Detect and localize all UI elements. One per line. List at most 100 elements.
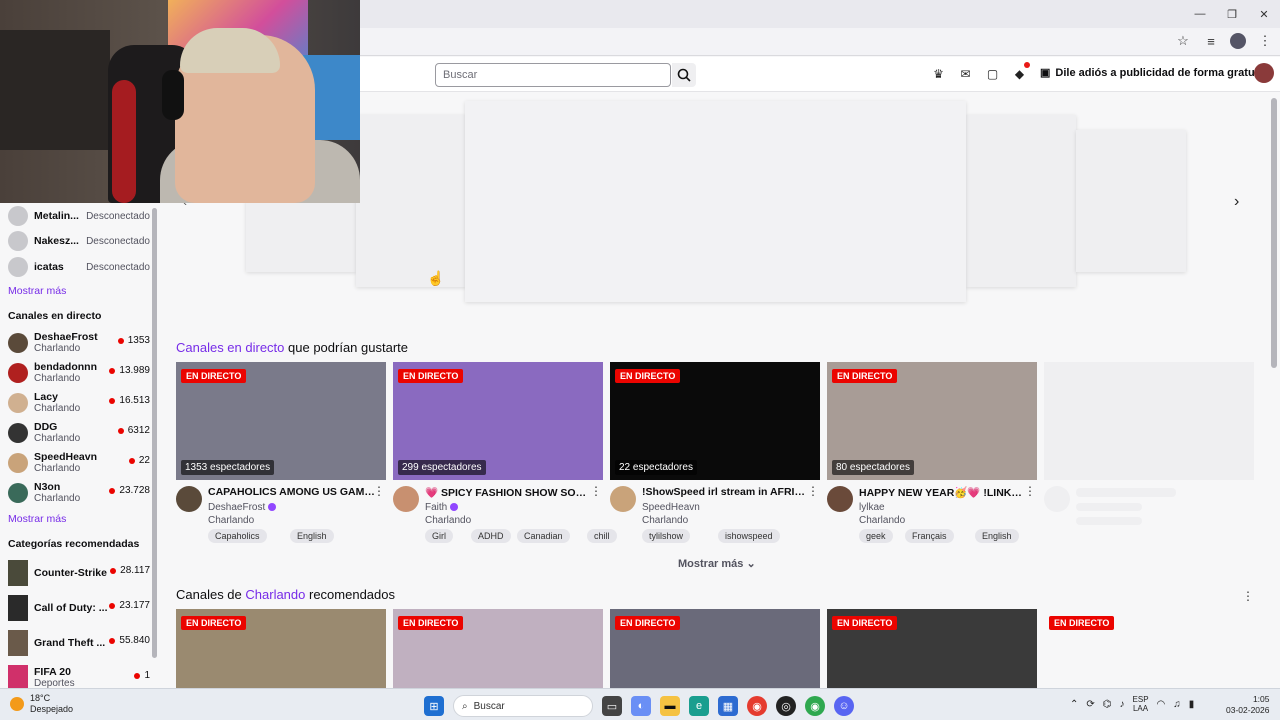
channel-avatar[interactable] — [176, 486, 202, 512]
stream-thumbnail[interactable]: EN DIRECTO 22 espectadores — [610, 362, 820, 480]
crown-icon[interactable]: ♛ — [930, 65, 947, 82]
channel-name[interactable]: SpeedHeavn — [642, 502, 700, 513]
channel-avatar[interactable] — [610, 486, 636, 512]
stream-tag[interactable]: geek — [859, 529, 893, 543]
chrome-profile-icon[interactable]: ◉ — [805, 696, 825, 716]
bits-icon[interactable]: ◆ — [1011, 62, 1030, 82]
sidebar-scrollbar[interactable] — [150, 203, 158, 687]
stream-tag[interactable]: Capaholics — [208, 529, 267, 543]
battery-icon[interactable]: ▮ — [1189, 699, 1195, 710]
start-icon[interactable]: ⊞ — [424, 696, 444, 716]
stream-tag[interactable]: chill — [587, 529, 617, 543]
sidebar-live-channel[interactable]: SpeedHeavn Charlando 22 — [8, 449, 150, 477]
mic-icon[interactable]: ♪ — [1120, 699, 1125, 710]
stream-title[interactable]: 💗 SPICY FASHION SHOW SOON ... — [425, 486, 593, 499]
wifi-icon[interactable]: ◠ — [1157, 699, 1166, 710]
taskbar-search[interactable]: ⌕ Buscar — [453, 695, 593, 717]
sidebar-category[interactable]: Call of Duty: ... 23.177 — [8, 594, 150, 622]
stream-title[interactable]: !ShowSpeed irl stream in AFRICA (... — [642, 486, 810, 498]
stream-title[interactable]: CAPAHOLICS AMONG US GAME N... — [208, 486, 376, 498]
sidebar-live-channel[interactable]: DeshaeFrost Charlando 1353 — [8, 329, 150, 357]
sidebar-item-followed[interactable]: Metalin... Desconectado — [8, 203, 150, 229]
channel-avatar[interactable] — [393, 486, 419, 512]
stream-title[interactable]: HAPPY NEW YEAR🥳💗 !LINKTRE... — [859, 486, 1027, 499]
clock[interactable]: 1:05 03-02-2026 — [1226, 694, 1269, 716]
channel-avatar[interactable] — [827, 486, 853, 512]
show-more-button[interactable]: Mostrar más ⌄ — [678, 557, 756, 570]
more-options-icon[interactable]: ⋮ — [590, 484, 602, 498]
discord-icon[interactable]: ☺ — [834, 696, 854, 716]
sidebar-live-channel[interactable]: bendadonnn Charlando 13.989 — [8, 359, 150, 387]
featured-stream[interactable] — [465, 101, 966, 302]
profile-icon[interactable] — [1230, 33, 1246, 49]
restore-button[interactable]: ❐ — [1216, 0, 1248, 28]
stream-thumbnail[interactable]: EN DIRECTO — [1044, 609, 1254, 688]
stream-thumbnail[interactable]: EN DIRECTO — [393, 609, 603, 688]
more-options-icon[interactable]: ⋮ — [373, 484, 385, 498]
search-button[interactable] — [672, 63, 696, 87]
carousel-card[interactable] — [246, 200, 356, 272]
channel-name[interactable]: Faith — [425, 502, 459, 513]
search-input[interactable]: Buscar — [435, 63, 671, 87]
more-options-icon[interactable]: ⋮ — [1024, 484, 1036, 498]
stream-tag[interactable]: ADHD — [471, 529, 511, 543]
stream-category[interactable]: Charlando — [425, 515, 471, 526]
show-more-link[interactable]: Mostrar más — [8, 513, 66, 525]
stream-tag[interactable]: English — [290, 529, 334, 543]
inbox-icon[interactable]: ✉ — [957, 65, 974, 82]
volume-icon[interactable]: ♫ — [1173, 699, 1181, 710]
sync-icon[interactable]: ⟳ — [1086, 699, 1094, 710]
stream-thumbnail[interactable]: EN DIRECTO — [176, 609, 386, 688]
store-icon[interactable]: ▦ — [718, 696, 738, 716]
adfree-button[interactable]: ▣ Dile adiós a publicidad de forma gratu… — [1040, 66, 1268, 80]
carousel-card[interactable] — [356, 115, 466, 287]
explorer-icon[interactable]: ▬ — [660, 696, 680, 716]
stream-tag[interactable]: tylilshow — [642, 529, 691, 543]
sidebar-live-channel[interactable]: DDG Charlando 6312 — [8, 419, 150, 447]
stream-tag[interactable]: Girl — [425, 529, 453, 543]
main-scrollbar[interactable] — [1268, 92, 1280, 688]
section-title-link[interactable]: Canales en directo — [176, 340, 284, 355]
stream-thumbnail[interactable]: EN DIRECTO — [610, 609, 820, 688]
taskview-icon[interactable]: ▭ — [602, 696, 622, 716]
category-link[interactable]: Charlando — [245, 587, 305, 602]
chrome-icon[interactable]: ◉ — [747, 696, 767, 716]
stream-tag[interactable]: ishowspeed — [718, 529, 780, 543]
star-icon[interactable]: ☆ — [1174, 32, 1192, 50]
chevron-up-icon[interactable]: ⌃ — [1070, 699, 1078, 710]
stream-category[interactable]: Charlando — [642, 515, 688, 526]
edge-icon[interactable]: e — [689, 696, 709, 716]
sidebar-live-channel[interactable]: Lacy Charlando 16.513 — [8, 389, 150, 417]
carousel-card[interactable] — [966, 115, 1076, 287]
whispers-icon[interactable]: ▢ — [984, 65, 1001, 82]
weather-widget[interactable]: 18°C Despejado — [10, 693, 73, 715]
stream-thumbnail[interactable]: EN DIRECTO — [827, 609, 1037, 688]
user-avatar[interactable] — [1254, 63, 1274, 83]
carousel-card[interactable] — [1076, 130, 1186, 272]
sidebar-live-channel[interactable]: N3on Charlando 23.728 — [8, 479, 150, 507]
section-options-icon[interactable]: ⋮ — [1242, 589, 1254, 603]
sidebar-category[interactable]: Grand Theft ... 55.840 — [8, 629, 150, 657]
channel-name[interactable]: lylkae — [859, 502, 885, 513]
carousel-next-icon[interactable]: › — [1234, 193, 1239, 211]
stream-tag[interactable]: English — [975, 529, 1019, 543]
channel-name[interactable]: DeshaeFrost — [208, 502, 277, 513]
sidebar-category[interactable]: Counter-Strike 28.117 — [8, 559, 150, 587]
stream-category[interactable]: Charlando — [859, 515, 905, 526]
show-more-link[interactable]: Mostrar más — [8, 285, 66, 297]
sidebar-item-followed[interactable]: icatas Desconectado — [8, 254, 150, 280]
stream-thumbnail[interactable]: EN DIRECTO 1353 espectadores — [176, 362, 386, 480]
network-icon[interactable]: ⌬ — [1103, 699, 1112, 710]
stream-thumbnail[interactable]: EN DIRECTO 80 espectadores — [827, 362, 1037, 480]
more-options-icon[interactable]: ⋮ — [807, 484, 819, 498]
stream-category[interactable]: Charlando — [208, 515, 254, 526]
stream-tag[interactable]: Français — [905, 529, 954, 543]
language-indicator[interactable]: ESP LAA — [1133, 695, 1149, 713]
menu-icon[interactable]: ⋮ — [1256, 32, 1274, 50]
close-button[interactable]: ✕ — [1248, 0, 1280, 28]
media-icon[interactable]: ≡ — [1202, 32, 1220, 50]
stream-thumbnail[interactable]: EN DIRECTO 299 espectadores — [393, 362, 603, 480]
sidebar-item-followed[interactable]: Nakesz... Desconectado — [8, 228, 150, 254]
steam-icon[interactable]: ◎ — [776, 696, 796, 716]
copilot-icon[interactable]: ◐ — [631, 696, 651, 716]
